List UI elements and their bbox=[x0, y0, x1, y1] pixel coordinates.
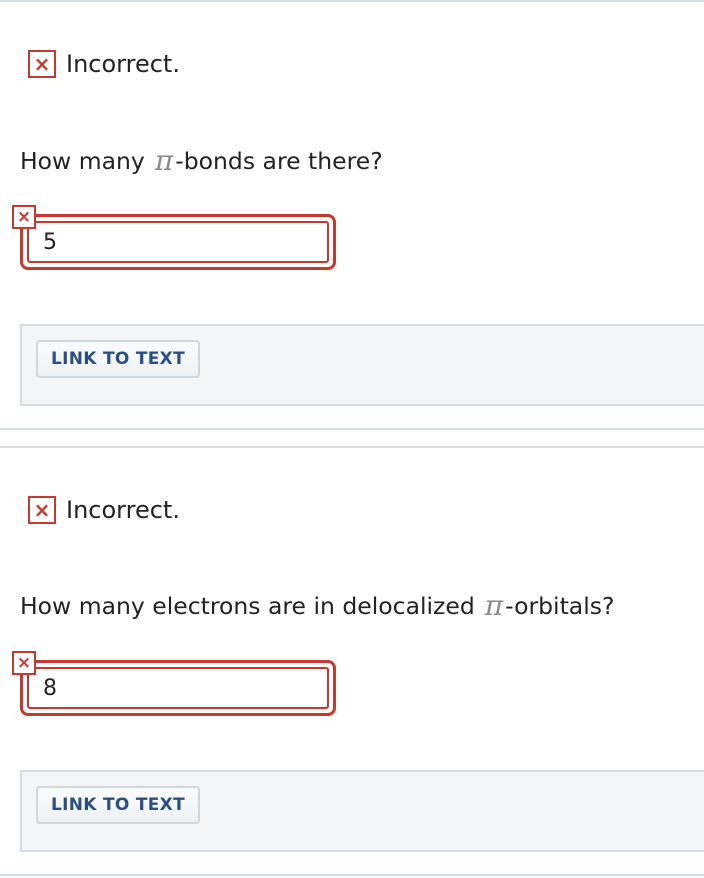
link-to-text-button[interactable]: LINK TO TEXT bbox=[36, 786, 200, 824]
question-text-before: How many electrons are in delocalized bbox=[20, 592, 475, 620]
question-prompt: How many π -bonds are there? bbox=[20, 144, 383, 178]
status-incorrect: × Incorrect. bbox=[28, 48, 180, 80]
answer-input[interactable] bbox=[27, 221, 329, 263]
answer-incorrect-icon: × bbox=[12, 205, 36, 229]
answer-incorrect-icon: × bbox=[12, 651, 36, 675]
incorrect-icon: × bbox=[28, 496, 56, 524]
status-incorrect: × Incorrect. bbox=[28, 494, 180, 526]
status-text: Incorrect. bbox=[66, 50, 180, 78]
question-text-after: -orbitals? bbox=[505, 592, 615, 620]
resources-panel: LINK TO TEXT bbox=[20, 770, 704, 852]
pi-symbol: π bbox=[154, 144, 174, 177]
answer-field-wrapper bbox=[20, 214, 336, 270]
answer-input[interactable] bbox=[27, 667, 329, 709]
section-divider bbox=[0, 446, 704, 448]
question-text-after: -bonds are there? bbox=[175, 147, 383, 175]
top-divider bbox=[0, 0, 704, 2]
page: × Incorrect. How many π -bonds are there… bbox=[0, 0, 704, 878]
status-text: Incorrect. bbox=[66, 496, 180, 524]
incorrect-icon: × bbox=[28, 50, 56, 78]
section-divider bbox=[0, 428, 704, 430]
question-prompt: How many electrons are in delocalized π … bbox=[20, 589, 614, 623]
link-to-text-button[interactable]: LINK TO TEXT bbox=[36, 340, 200, 378]
bottom-divider bbox=[0, 874, 704, 876]
resources-panel: LINK TO TEXT bbox=[20, 324, 704, 406]
question-text-before: How many bbox=[20, 147, 145, 175]
pi-symbol: π bbox=[484, 589, 504, 622]
answer-field-wrapper bbox=[20, 660, 336, 716]
